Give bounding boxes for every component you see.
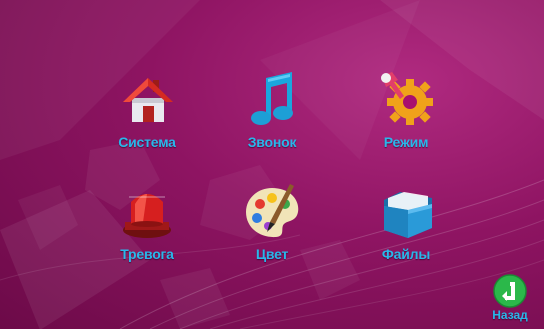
- menu-item-files[interactable]: Файлы: [346, 180, 466, 284]
- gear-wrench-icon: [381, 72, 433, 125]
- alarm-siren-icon: [123, 194, 171, 238]
- menu-screen: Система Звонок Режим Тревога Цвет Файлы …: [0, 0, 544, 329]
- back-button-label: Назад: [492, 308, 528, 322]
- menu-item-ring[interactable]: Звонок: [212, 68, 332, 172]
- menu-item-system[interactable]: Система: [87, 68, 207, 172]
- menu-item-label: Система: [118, 134, 176, 150]
- menu-item-alarm[interactable]: Тревога: [87, 180, 207, 284]
- menu-item-label: Цвет: [255, 246, 289, 262]
- menu-item-label: Файлы: [381, 246, 431, 262]
- menu-item-mode[interactable]: Режим: [346, 68, 466, 172]
- folder-icon: [384, 192, 432, 238]
- palette-icon: [246, 184, 299, 238]
- back-arrow-icon: [493, 274, 527, 308]
- menu-item-label: Звонок: [247, 134, 297, 150]
- menu-item-color[interactable]: Цвет: [212, 180, 332, 284]
- music-note-icon: [251, 72, 293, 125]
- menu-item-label: Тревога: [120, 246, 174, 262]
- menu-item-label: Режим: [383, 134, 429, 150]
- back-button[interactable]: Назад: [480, 274, 540, 329]
- house-icon: [123, 78, 173, 122]
